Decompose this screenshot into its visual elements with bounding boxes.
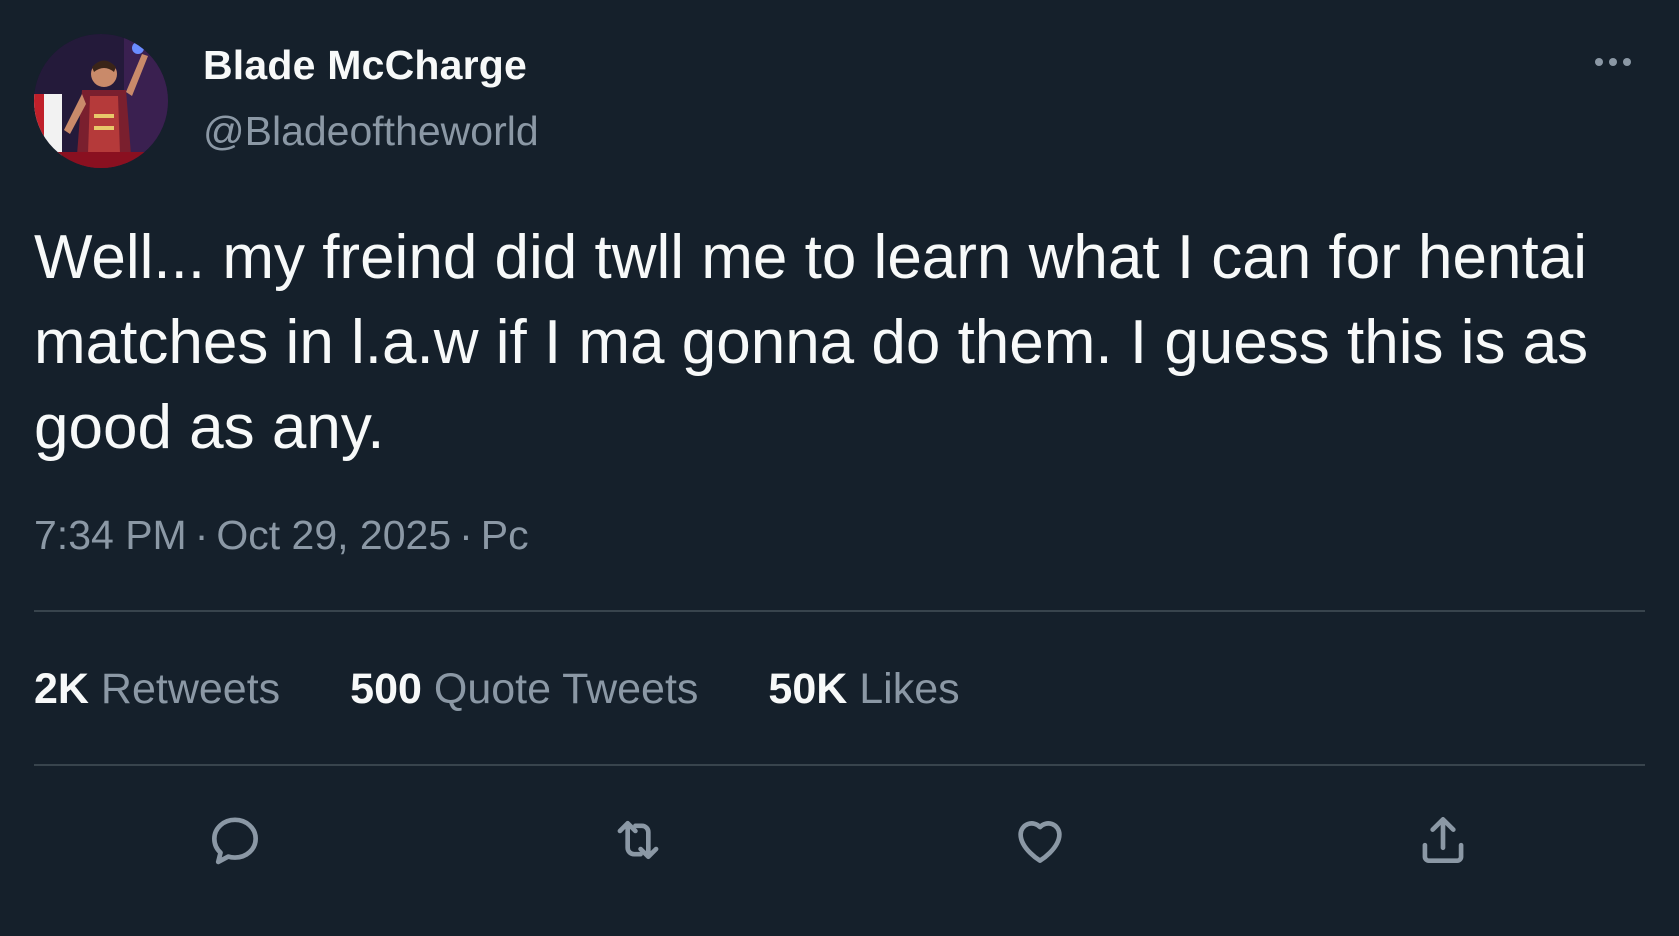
likes-stat[interactable]: 50K Likes bbox=[768, 665, 959, 714]
share-button[interactable] bbox=[1408, 805, 1478, 875]
engagement-stats: 2K Retweets 500 Quote Tweets 50K Likes bbox=[34, 665, 1030, 714]
more-options-button[interactable] bbox=[1583, 45, 1643, 79]
author-name[interactable]: Blade McCharge bbox=[203, 42, 527, 89]
likes-count: 50K bbox=[768, 665, 848, 713]
meta-separator: · bbox=[194, 512, 209, 558]
quote-tweets-stat[interactable]: 500 Quote Tweets bbox=[350, 665, 698, 714]
retweets-count: 2K bbox=[34, 665, 89, 713]
tweet-text: Well... my freind did twll me to learn w… bbox=[34, 223, 1589, 462]
retweet-button[interactable] bbox=[603, 805, 673, 875]
reply-icon bbox=[212, 817, 258, 865]
tweet-meta: 7:34 PM · Oct 29, 2025 · Pc bbox=[34, 512, 529, 559]
divider-top bbox=[34, 610, 1645, 612]
divider-bottom bbox=[34, 764, 1645, 766]
heart-icon bbox=[1018, 821, 1062, 863]
avatar[interactable] bbox=[34, 34, 168, 168]
retweet-icon bbox=[617, 820, 659, 860]
tweet-time[interactable]: 7:34 PM bbox=[34, 512, 187, 558]
reply-button[interactable] bbox=[200, 805, 270, 875]
avatar-image bbox=[34, 34, 168, 168]
tweet-source: Pc bbox=[480, 512, 529, 558]
more-horizontal-icon-dot bbox=[1623, 58, 1631, 66]
more-horizontal-icon bbox=[1595, 58, 1603, 66]
likes-label: Likes bbox=[859, 665, 960, 713]
quote-tweets-label: Quote Tweets bbox=[433, 665, 699, 713]
share-icon bbox=[1422, 817, 1464, 863]
author-handle[interactable]: @Bladeoftheworld bbox=[203, 108, 539, 155]
more-horizontal-icon-dot bbox=[1609, 58, 1617, 66]
like-button[interactable] bbox=[1005, 805, 1075, 875]
retweets-stat[interactable]: 2K Retweets bbox=[34, 665, 280, 714]
retweets-label: Retweets bbox=[100, 665, 281, 713]
meta-separator: · bbox=[459, 512, 473, 558]
tweet-date[interactable]: Oct 29, 2025 bbox=[216, 512, 451, 558]
quote-tweets-count: 500 bbox=[350, 665, 422, 713]
